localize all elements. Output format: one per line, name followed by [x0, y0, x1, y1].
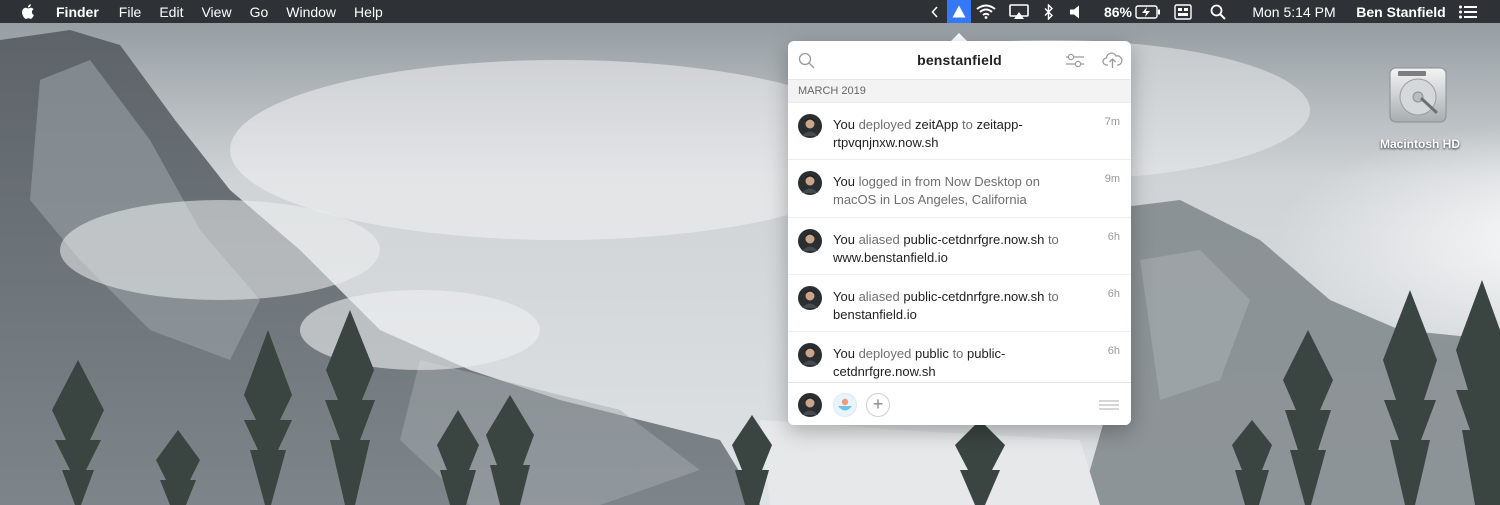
event-row[interactable]: You deployed zeitApp to zeitapp-rtpvqnjn… [788, 103, 1131, 161]
menu-edit[interactable]: Edit [159, 4, 183, 20]
menu-app-finder[interactable]: Finder [56, 4, 99, 20]
battery-percentage[interactable]: 86% [1100, 0, 1136, 23]
notification-center-icon[interactable] [1456, 0, 1480, 23]
event-object[interactable]: zeitApp [915, 117, 958, 132]
menubar-user[interactable]: Ben Stanfield [1352, 0, 1450, 23]
volume-icon[interactable] [1068, 0, 1084, 23]
event-target[interactable]: www.benstanfield.io [833, 250, 948, 265]
event-object[interactable]: public [915, 346, 949, 361]
event-row[interactable]: You aliased public-cetdnrfgre.now.sh to … [788, 218, 1131, 275]
event-message: You logged in from Now Desktop on macOS … [833, 173, 1073, 209]
event-actor: You [833, 231, 855, 247]
event-target: Los Angeles, California [893, 192, 1027, 208]
event-message: You deployed public to public-cetdnrfgre… [833, 345, 1073, 381]
event-verb: aliased [858, 288, 900, 304]
hamburger-menu-icon[interactable] [1099, 400, 1119, 410]
event-row[interactable]: You aliased public-cetdnrfgre.now.sh to … [788, 275, 1131, 333]
event-verb: aliased [858, 231, 900, 247]
event-message: You aliased public-cetdnrfgre.now.sh to … [833, 288, 1073, 324]
team-avatar-icon[interactable] [833, 393, 857, 417]
avatar [798, 285, 822, 310]
avatar [798, 171, 822, 196]
event-message: You deployed zeitApp to zeitapp-rtpvqnjn… [833, 116, 1073, 152]
event-actor: You [833, 346, 855, 362]
avatar [798, 114, 822, 138]
event-object[interactable]: public-cetdnrfgre.now.sh [903, 232, 1044, 247]
section-header-month: MARCH 2019 [788, 79, 1131, 103]
event-actor: You [833, 174, 855, 190]
cloud-upload-icon[interactable] [1102, 51, 1123, 69]
add-team-button[interactable]: + [866, 393, 890, 417]
menu-file[interactable]: File [119, 4, 142, 20]
spotlight-search-icon[interactable] [1207, 0, 1229, 23]
event-actor: You [833, 117, 855, 132]
wifi-icon[interactable] [974, 0, 998, 23]
user-avatar-switch[interactable] [798, 393, 822, 417]
event-preposition: in [879, 192, 891, 208]
menu-view[interactable]: View [201, 4, 231, 20]
event-time: 6h [1107, 230, 1120, 243]
filter-icon[interactable] [1065, 53, 1085, 68]
event-preposition: to [961, 117, 973, 132]
menu-go[interactable]: Go [250, 4, 269, 20]
event-object[interactable]: public-cetdnrfgre.now.sh [903, 289, 1044, 304]
event-time: 6h [1107, 287, 1120, 300]
popover-header: benstanfield [788, 41, 1131, 79]
popover-footer: + [788, 382, 1131, 425]
battery-charging-icon[interactable] [1134, 0, 1162, 23]
avatar [798, 228, 822, 253]
event-time: 9m [1104, 173, 1120, 186]
event-feed[interactable]: You deployed zeitApp to zeitapp-rtpvqnjn… [788, 103, 1131, 382]
event-preposition: to [1047, 231, 1059, 247]
bluetooth-icon[interactable] [1042, 0, 1056, 23]
event-row[interactable]: You deployed public to public-cetdnrfgre… [788, 332, 1131, 382]
event-actor: You [833, 288, 855, 304]
input-menu-icon[interactable] [1172, 0, 1194, 23]
chevron-left-icon[interactable] [928, 0, 942, 23]
event-verb: deployed [858, 117, 912, 132]
menubar-clock[interactable]: Mon 5:14 PM [1246, 0, 1342, 23]
avatar [798, 343, 822, 368]
hard-drive-label[interactable]: Macintosh HD [1360, 137, 1480, 151]
event-verb: deployed [858, 346, 912, 362]
event-target[interactable]: benstanfield.io [833, 307, 917, 322]
apple-icon[interactable] [19, 2, 38, 21]
event-preposition: to [1047, 288, 1059, 304]
menu-window[interactable]: Window [286, 4, 336, 20]
hard-drive-icon[interactable] [1386, 62, 1450, 126]
event-verb: logged in from [858, 174, 941, 190]
event-row[interactable]: You logged in from Now Desktop on macOS … [788, 160, 1131, 218]
event-time: 6h [1107, 345, 1120, 358]
event-preposition: to [952, 346, 964, 362]
now-triangle-icon[interactable] [947, 0, 971, 23]
menu-help[interactable]: Help [354, 4, 383, 20]
event-message: You aliased public-cetdnrfgre.now.sh to … [833, 231, 1073, 267]
airplay-icon[interactable] [1007, 0, 1031, 23]
desktop-wallpaper [0, 0, 1500, 505]
now-popover: benstanfield MARCH 2019 You deployed zei… [788, 41, 1131, 425]
event-time: 7m [1104, 116, 1120, 128]
